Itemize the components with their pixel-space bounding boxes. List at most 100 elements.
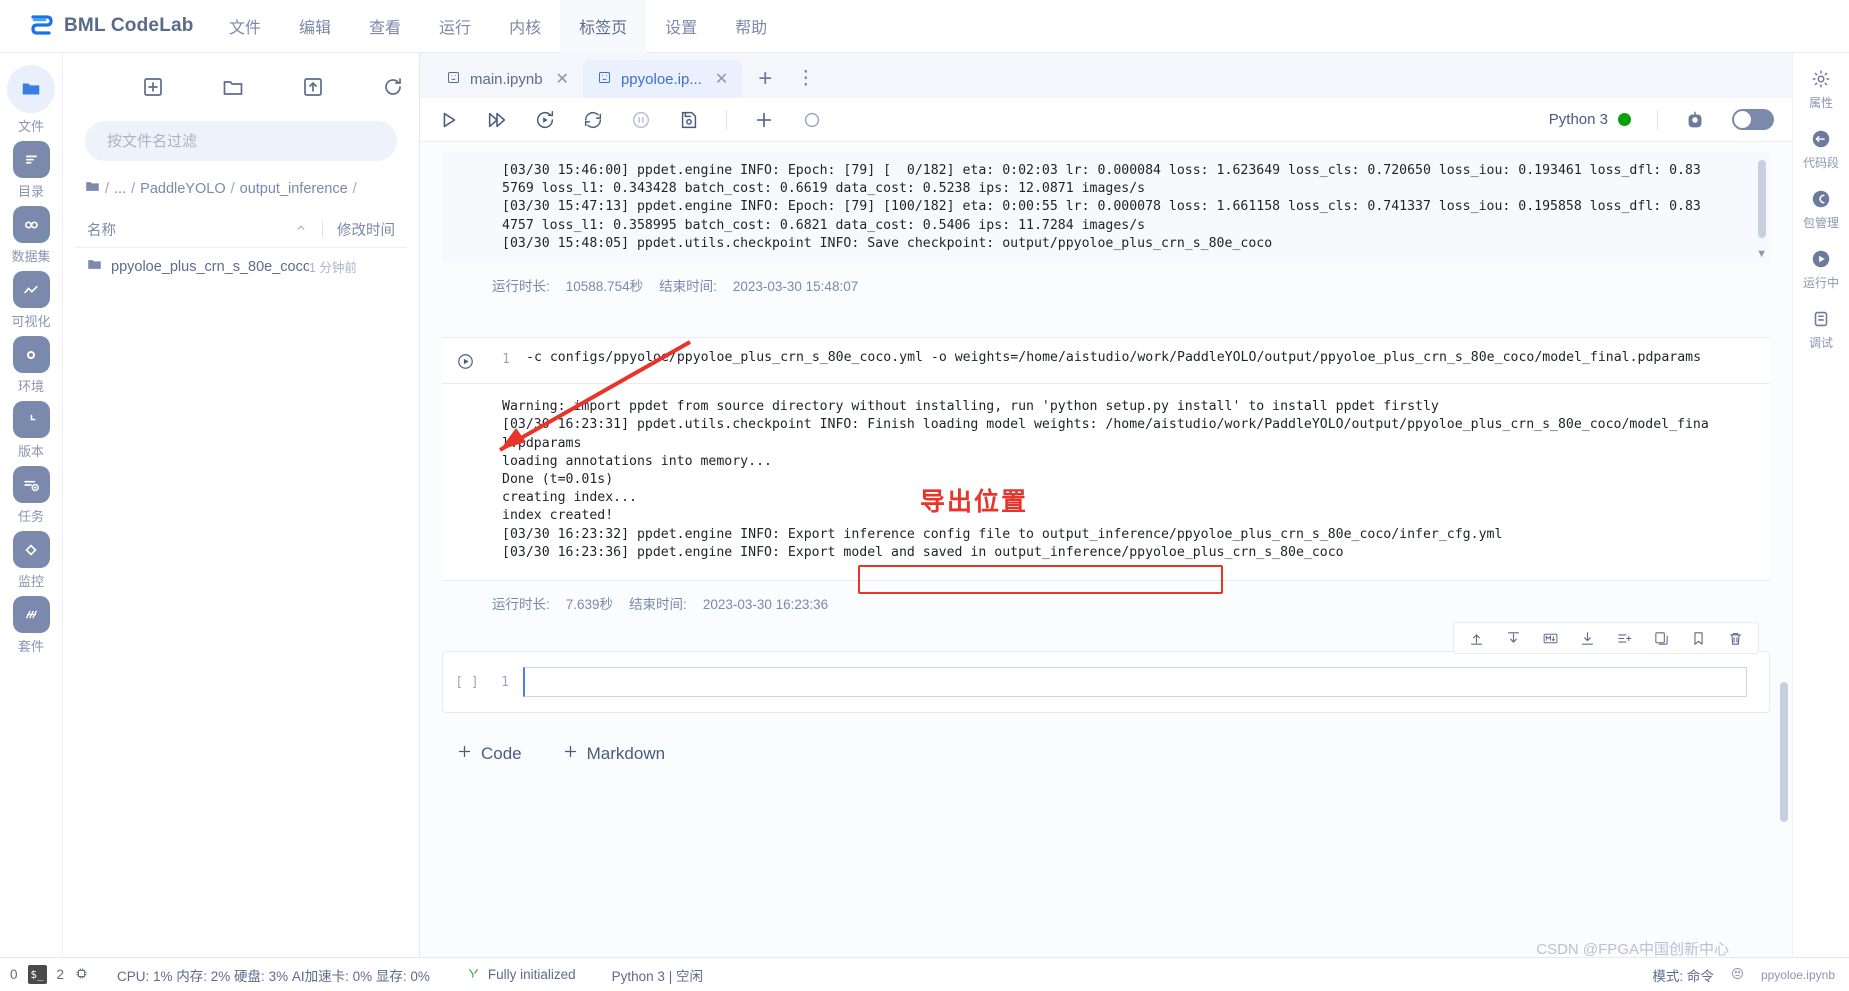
- notebook-area: main.ipynb ✕ ppyoloe.ip... ✕ + ⋮ Python …: [420, 53, 1792, 991]
- file-modified: 1 分钟前: [309, 261, 357, 275]
- rail-item-suite[interactable]: 套件: [0, 596, 63, 655]
- version-icon: [12, 401, 50, 438]
- notebook-scrollbar[interactable]: [1780, 682, 1788, 822]
- pause-icon[interactable]: [630, 109, 652, 131]
- terminal-icon[interactable]: $_: [27, 965, 47, 984]
- menu-item-run[interactable]: 运行: [420, 0, 490, 53]
- play-circle-icon[interactable]: [442, 350, 488, 371]
- ai-assistant-toggle[interactable]: [1732, 109, 1774, 130]
- insert-above-icon[interactable]: [1616, 630, 1633, 647]
- rail-label-dataset: 数据集: [11, 249, 51, 264]
- rail-item-dataset[interactable]: 数据集: [0, 206, 63, 265]
- breadcrumb-root[interactable]: /: [105, 181, 109, 197]
- refresh-icon[interactable]: [381, 75, 405, 99]
- annotation-export-location: 导出位置: [920, 488, 1029, 516]
- tab-label: main.ipynb: [470, 70, 543, 88]
- cell-input-2[interactable]: 1 -c configs/ppyoloe/ppyoloe_plus_crn_s_…: [442, 338, 1770, 385]
- kernel-status[interactable]: Python 3 | 空闲: [612, 965, 703, 985]
- rail-item-monitor[interactable]: 监控: [0, 531, 63, 590]
- restart-icon[interactable]: [582, 109, 604, 131]
- restart-run-icon[interactable]: [534, 109, 556, 131]
- bookmark-icon[interactable]: [1690, 630, 1707, 647]
- output-line: Done (t=0.01s): [502, 471, 614, 487]
- move-up-icon[interactable]: [1468, 630, 1485, 647]
- rail-item-files[interactable]: 文件: [0, 65, 63, 135]
- status-bar: 0 $_ 2 CPU: 1% 内存: 2% 硬盘: 3% AI加速卡: 0% 显…: [0, 957, 1849, 991]
- rrail-item-running[interactable]: 运行中: [1803, 245, 1839, 291]
- menu-item-file[interactable]: 文件: [210, 0, 280, 53]
- rail-label-version: 版本: [17, 444, 44, 459]
- menu-item-tabs[interactable]: 标签页: [560, 0, 647, 53]
- breadcrumb-output-inference[interactable]: output_inference: [240, 181, 348, 197]
- tab-overflow-button[interactable]: ⋮: [788, 60, 823, 98]
- menu-item-kernel[interactable]: 内核: [490, 0, 560, 53]
- scroll-down-icon[interactable]: ▼: [1756, 248, 1767, 260]
- menu-items: 文件 编辑 查看 运行 内核 标签页 设置 帮助: [210, 0, 786, 53]
- breadcrumb-paddleyolo[interactable]: PaddleYOLO: [140, 181, 225, 197]
- rail-item-environment[interactable]: 环境: [0, 336, 63, 395]
- menu-item-view[interactable]: 查看: [350, 0, 420, 53]
- output-line: [03/30 15:47:13] ppdet.engine INFO: Epoc…: [502, 199, 1701, 215]
- rail-label-visualization: 可视化: [11, 314, 51, 329]
- list-item[interactable]: ppyoloe_plus_crn_s_80e_coco 1 分钟前: [63, 248, 419, 285]
- close-icon[interactable]: ✕: [715, 69, 728, 89]
- save-icon[interactable]: [678, 109, 700, 131]
- chevron-up-icon[interactable]: [294, 221, 308, 239]
- plus-box-icon[interactable]: [141, 75, 165, 99]
- rrail-label-debug: 调试: [1808, 336, 1833, 350]
- menu-item-settings[interactable]: 设置: [646, 0, 716, 53]
- tab-main-ipynb[interactable]: main.ipynb ✕: [432, 60, 583, 98]
- snippet-icon: [1807, 125, 1834, 152]
- copy-icon[interactable]: [1653, 630, 1670, 647]
- folder-outline-icon[interactable]: [221, 75, 245, 99]
- rail-item-visualization[interactable]: 可视化: [0, 271, 63, 330]
- rrail-item-package[interactable]: 包管理: [1803, 185, 1839, 231]
- plus-icon[interactable]: [753, 109, 775, 131]
- line-number: 1: [501, 674, 509, 690]
- move-down-icon[interactable]: [1505, 630, 1522, 647]
- search-input[interactable]: [107, 132, 375, 150]
- rail-item-toc[interactable]: 目录: [0, 141, 63, 200]
- code-input[interactable]: [523, 667, 1747, 698]
- rrail-item-snippet[interactable]: 代码段: [1803, 125, 1839, 171]
- tab-ppyoloe-ipynb[interactable]: ppyoloe.ip... ✕: [582, 60, 743, 98]
- cell-exec-meta-1: 运行时长: 10588.754秒 结束时间: 2023-03-30 15:48:07: [420, 263, 1792, 307]
- markdown-icon[interactable]: [1542, 630, 1559, 647]
- play-icon[interactable]: [438, 109, 460, 131]
- circle-icon[interactable]: [801, 109, 823, 131]
- output-line: [03/30 15:48:05] ppdet.utils.checkpoint …: [502, 235, 1273, 251]
- upload-box-icon[interactable]: [301, 75, 325, 99]
- play-all-icon[interactable]: [486, 109, 508, 131]
- breadcrumb-sep-1: /: [131, 180, 136, 197]
- menu-item-edit[interactable]: 编辑: [280, 0, 350, 53]
- file-search[interactable]: [85, 121, 397, 161]
- plus-icon: [456, 743, 473, 765]
- duplicate-icon[interactable]: [1579, 630, 1596, 647]
- column-name[interactable]: 名称: [87, 219, 294, 240]
- smiley-icon: [1730, 966, 1745, 984]
- rrail-item-properties[interactable]: 属性: [1808, 65, 1835, 111]
- rail-label-files: 文件: [17, 119, 44, 134]
- rail-item-version[interactable]: 版本: [0, 401, 63, 460]
- output-scrollbar[interactable]: [1758, 160, 1766, 238]
- code-text[interactable]: -c configs/ppyoloe/ppyoloe_plus_crn_s_80…: [510, 350, 1770, 365]
- trash-icon[interactable]: [1727, 630, 1744, 647]
- close-icon[interactable]: ✕: [556, 69, 569, 89]
- add-markdown-button[interactable]: Markdown: [562, 743, 665, 765]
- robot-icon[interactable]: [1684, 109, 1706, 131]
- column-modified[interactable]: 修改时间: [337, 219, 395, 240]
- menu-item-help[interactable]: 帮助: [716, 0, 786, 53]
- debug-icon: [1808, 305, 1835, 332]
- breadcrumb-ellipsis[interactable]: ...: [114, 181, 126, 197]
- new-tab-button[interactable]: +: [742, 60, 788, 98]
- cell-empty[interactable]: [ ] 1: [442, 622, 1770, 714]
- rail-item-task[interactable]: 任务: [0, 466, 63, 525]
- rail-label-monitor: 监控: [17, 574, 44, 589]
- notebook-scroll: [03/30 15:46:00] ppdet.engine INFO: Epoc…: [420, 142, 1792, 991]
- kernel-indicator[interactable]: Python 3: [1549, 111, 1631, 128]
- right-rail: 属性 代码段 包管理 运行中 调试: [1792, 53, 1849, 991]
- rrail-label-package: 包管理: [1802, 216, 1839, 230]
- rrail-item-debug[interactable]: 调试: [1808, 305, 1835, 351]
- folder-icon: [13, 71, 50, 108]
- add-code-button[interactable]: Code: [456, 743, 522, 765]
